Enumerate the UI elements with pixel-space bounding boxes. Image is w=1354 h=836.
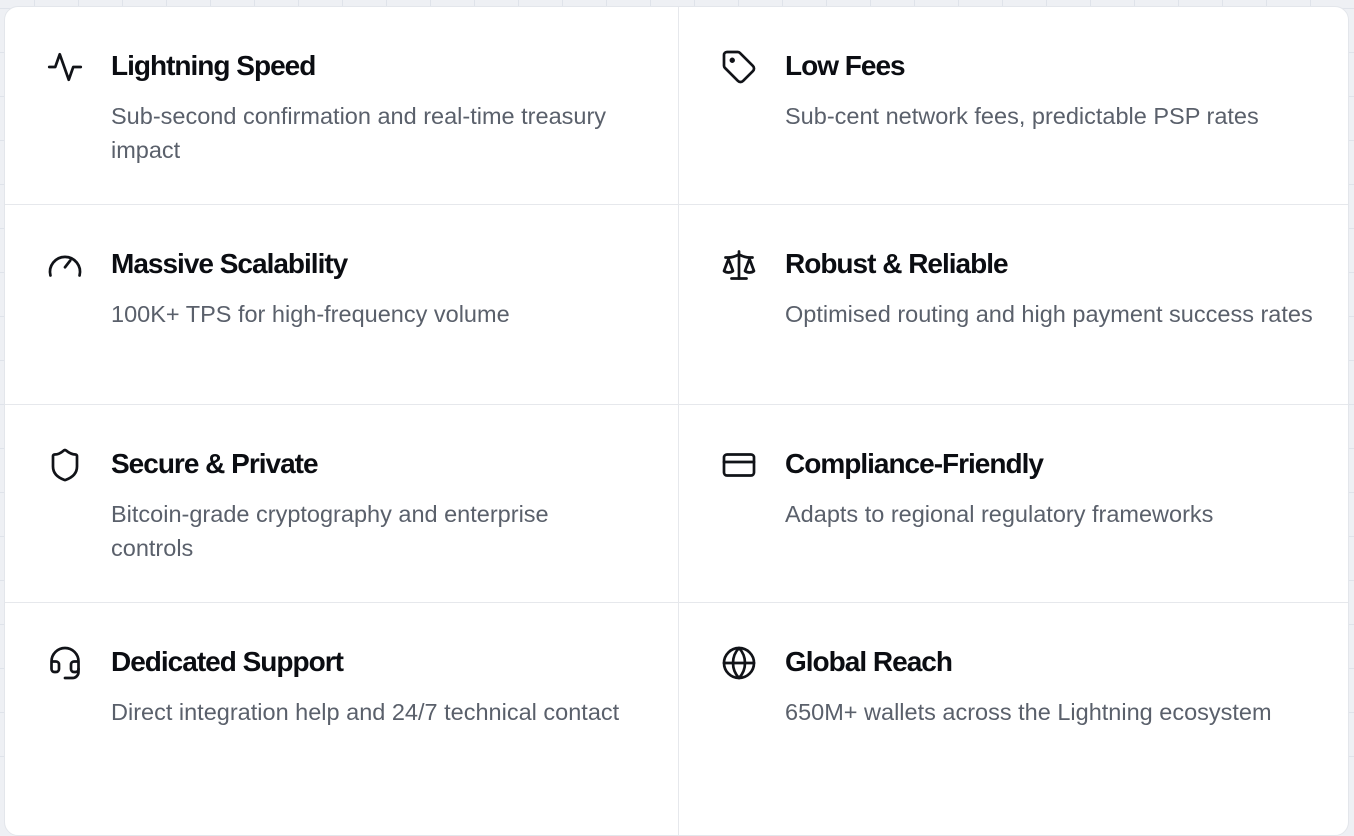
feature-title: Compliance-Friendly [785, 448, 1044, 479]
feature-description: Sub-cent network fees, predictable PSP r… [785, 103, 1259, 129]
feature-low-fees: Low Fees Sub-cent network fees, predicta… [679, 7, 1348, 205]
feature-lightning-speed: Lightning Speed Sub-second confirmation … [5, 7, 679, 205]
features-card: Lightning Speed Sub-second confirmation … [4, 6, 1349, 836]
feature-description: Adapts to regional regulatory frameworks [785, 501, 1214, 527]
globe-icon [721, 645, 757, 681]
feature-secure-private: Secure & Private Bitcoin-grade cryptogra… [5, 405, 679, 603]
feature-title: Low Fees [785, 50, 906, 81]
headset-icon [47, 645, 83, 681]
feature-robust-reliable: Robust & Reliable Optimised routing and … [679, 205, 1348, 405]
feature-massive-scalability: Massive Scalability 100K+ TPS for high-f… [5, 205, 679, 405]
feature-title: Robust & Reliable [785, 248, 1009, 279]
credit-card-icon [721, 447, 757, 483]
feature-title: Dedicated Support [111, 646, 344, 677]
features-grid: Lightning Speed Sub-second confirmation … [5, 7, 1348, 835]
feature-description: Sub-second confirmation and real-time tr… [111, 103, 607, 163]
feature-title: Global Reach [785, 646, 953, 677]
activity-pulse-icon [47, 49, 83, 85]
feature-description: 650M+ wallets across the Lightning ecosy… [785, 699, 1272, 725]
feature-global-reach: Global Reach 650M+ wallets across the Li… [679, 603, 1348, 835]
feature-description: Bitcoin-grade cryptography and enterpris… [111, 501, 549, 561]
feature-compliance-friendly: Compliance-Friendly Adapts to regional r… [679, 405, 1348, 603]
scale-icon [721, 247, 757, 283]
feature-description: 100K+ TPS for high-frequency volume [111, 301, 510, 327]
feature-title: Massive Scalability [111, 248, 348, 279]
gauge-icon [47, 247, 83, 283]
feature-description: Optimised routing and high payment succe… [785, 301, 1313, 327]
feature-title: Lightning Speed [111, 50, 316, 81]
tag-icon [721, 49, 757, 85]
feature-description: Direct integration help and 24/7 technic… [111, 699, 620, 725]
feature-title: Secure & Private [111, 448, 319, 479]
shield-icon [47, 447, 83, 483]
feature-dedicated-support: Dedicated Support Direct integration hel… [5, 603, 679, 835]
